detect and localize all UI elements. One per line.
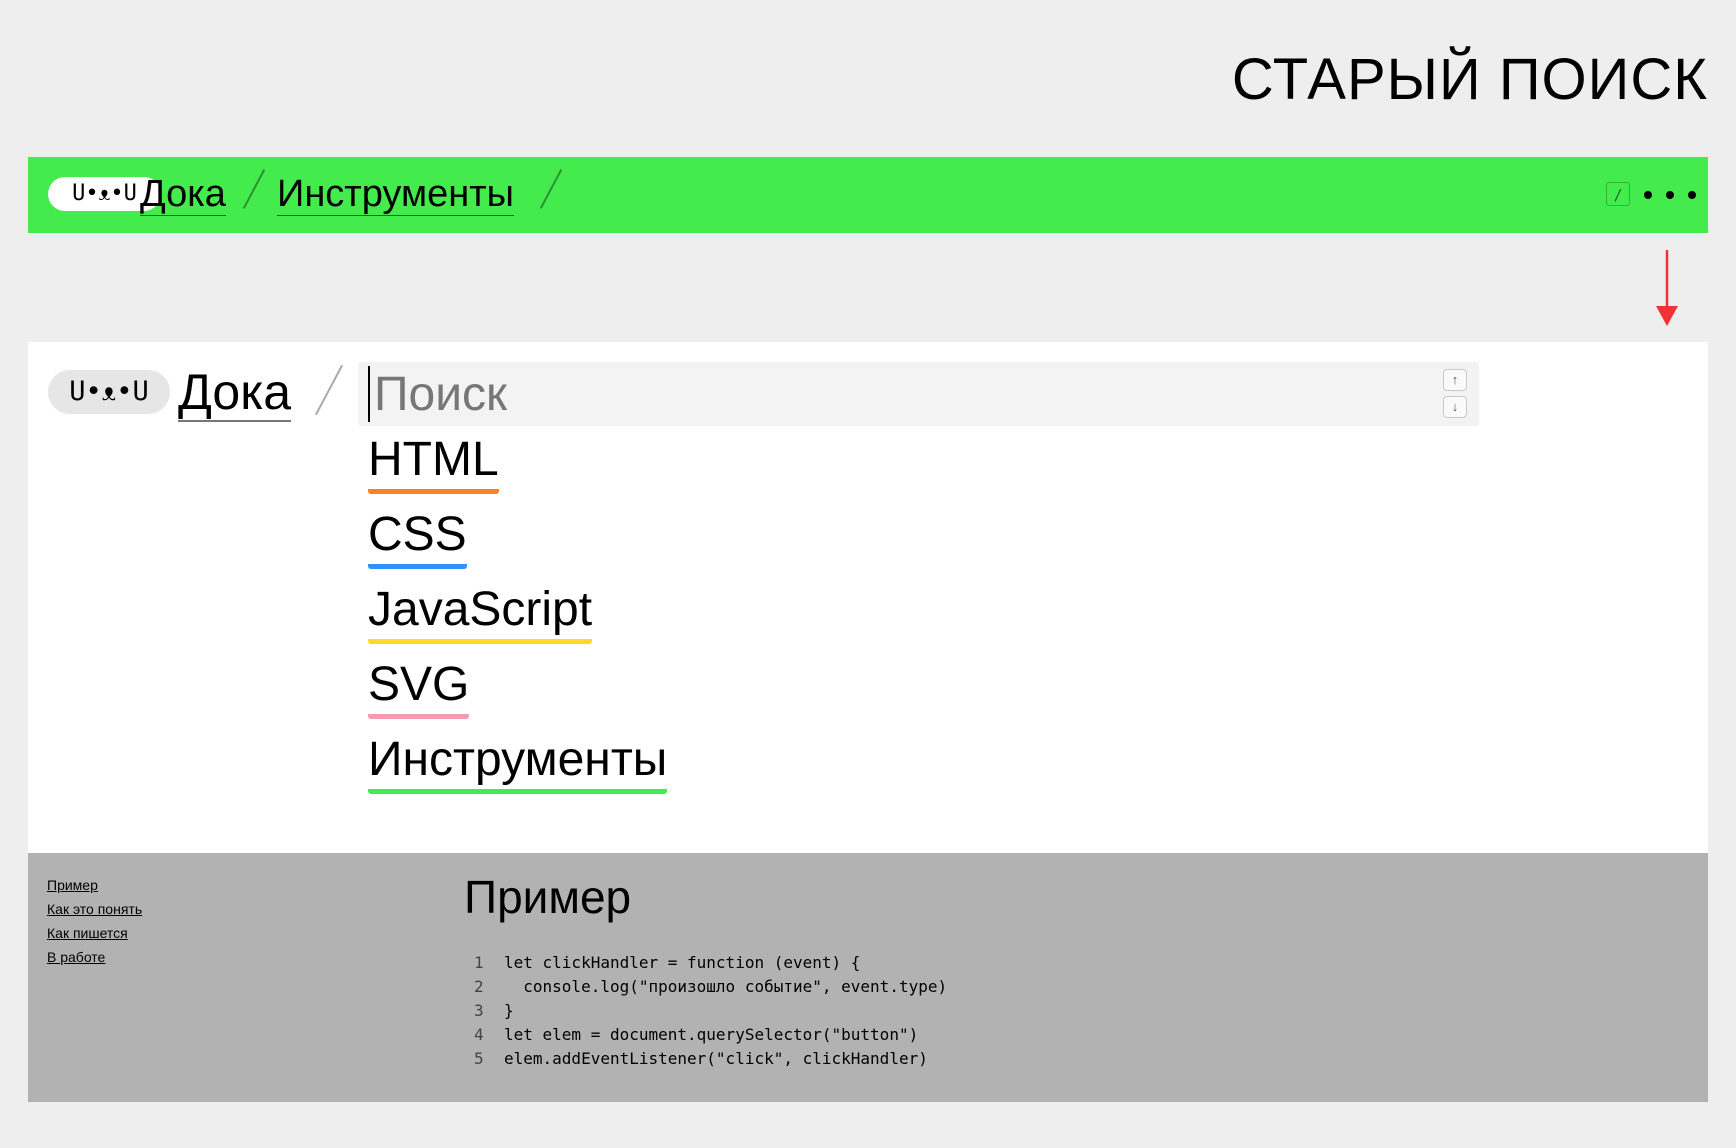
code-text: } [504,1001,514,1020]
list-item: Инструменты [368,734,668,809]
breadcrumb-home[interactable]: Дока [140,169,226,216]
dot [1688,191,1696,199]
line-number: 2 [474,977,484,996]
search-shortcut-key[interactable]: / [1606,182,1630,206]
line-number: 4 [474,1025,484,1044]
search-input[interactable] [368,366,1374,422]
search-box: ↑ ↓ [358,362,1479,426]
more-dots-icon[interactable] [1644,185,1696,205]
breadcrumb-separator [314,364,344,416]
list-item: Как это понять [47,899,142,923]
list-item: SVG [368,659,667,734]
breadcrumb-separator [242,169,266,209]
section-link-javascript[interactable]: JavaScript [368,584,593,644]
slide-title: СТАРЫЙ ПОИСК [1231,47,1708,112]
code-line: 2 console.log("произошло событие", event… [474,975,947,999]
site-header: U•ᴥ•U Дока Инструменты / [28,157,1708,233]
code-line: 3} [474,999,947,1023]
code-text: console.log("произошло событие", event.t… [504,977,948,996]
code-text: let clickHandler = function (event) { [504,953,861,972]
section-link-html[interactable]: HTML [368,434,499,494]
arrow-down-icon [1656,250,1678,326]
breadcrumb-tools[interactable]: Инструменты [277,169,514,216]
code-text: let elem = document.querySelector("butto… [504,1025,919,1044]
code-block: 1 let clickHandler = function (event) { 2… [474,951,947,1071]
arrow-up-icon[interactable]: ↑ [1443,369,1467,391]
list-item: HTML [368,434,667,509]
table-of-contents: Пример Как это понять Как пишется В рабо… [47,875,142,971]
breadcrumb-home[interactable]: Дока [178,364,292,422]
list-item: JavaScript [368,584,667,659]
search-panel: U•ᴥ•U Дока ↑ ↓ HTML CSS JavaScript SVG И… [28,342,1708,853]
section-list: HTML CSS JavaScript SVG Инструменты [368,434,668,809]
code-line: 1 let clickHandler = function (event) { [474,951,947,975]
dot [1644,191,1652,199]
code-line: 5 elem.addEventListener("click", clickHan… [474,1047,947,1071]
dot [1666,191,1674,199]
toc-link-example[interactable]: Пример [47,877,98,893]
list-item: В работе [47,947,142,971]
line-number: 1 [474,953,484,972]
toc-link-understand[interactable]: Как это понять [47,901,142,917]
section-heading: Пример [464,871,632,923]
toc-link-in-practice[interactable]: В работе [47,949,105,965]
arrow-down-icon[interactable]: ↓ [1443,396,1467,418]
toc-link-syntax[interactable]: Как пишется [47,925,128,941]
list-item: Пример [47,875,142,899]
breadcrumb-separator [539,169,563,209]
article-content: Пример Как это понять Как пишется В рабо… [28,853,1708,1102]
line-number: 3 [474,1001,484,1020]
code-text: elem.addEventListener("click", clickHand… [504,1049,928,1068]
section-link-svg[interactable]: SVG [368,659,470,719]
line-number: 5 [474,1049,484,1068]
section-link-tools[interactable]: Инструменты [368,734,668,794]
list-item: Как пишется [47,923,142,947]
section-link-css[interactable]: CSS [368,509,467,569]
list-item: CSS [368,509,667,584]
logo[interactable]: U•ᴥ•U [48,370,170,414]
code-line: 4 let elem = document.querySelector("butt… [474,1023,947,1047]
